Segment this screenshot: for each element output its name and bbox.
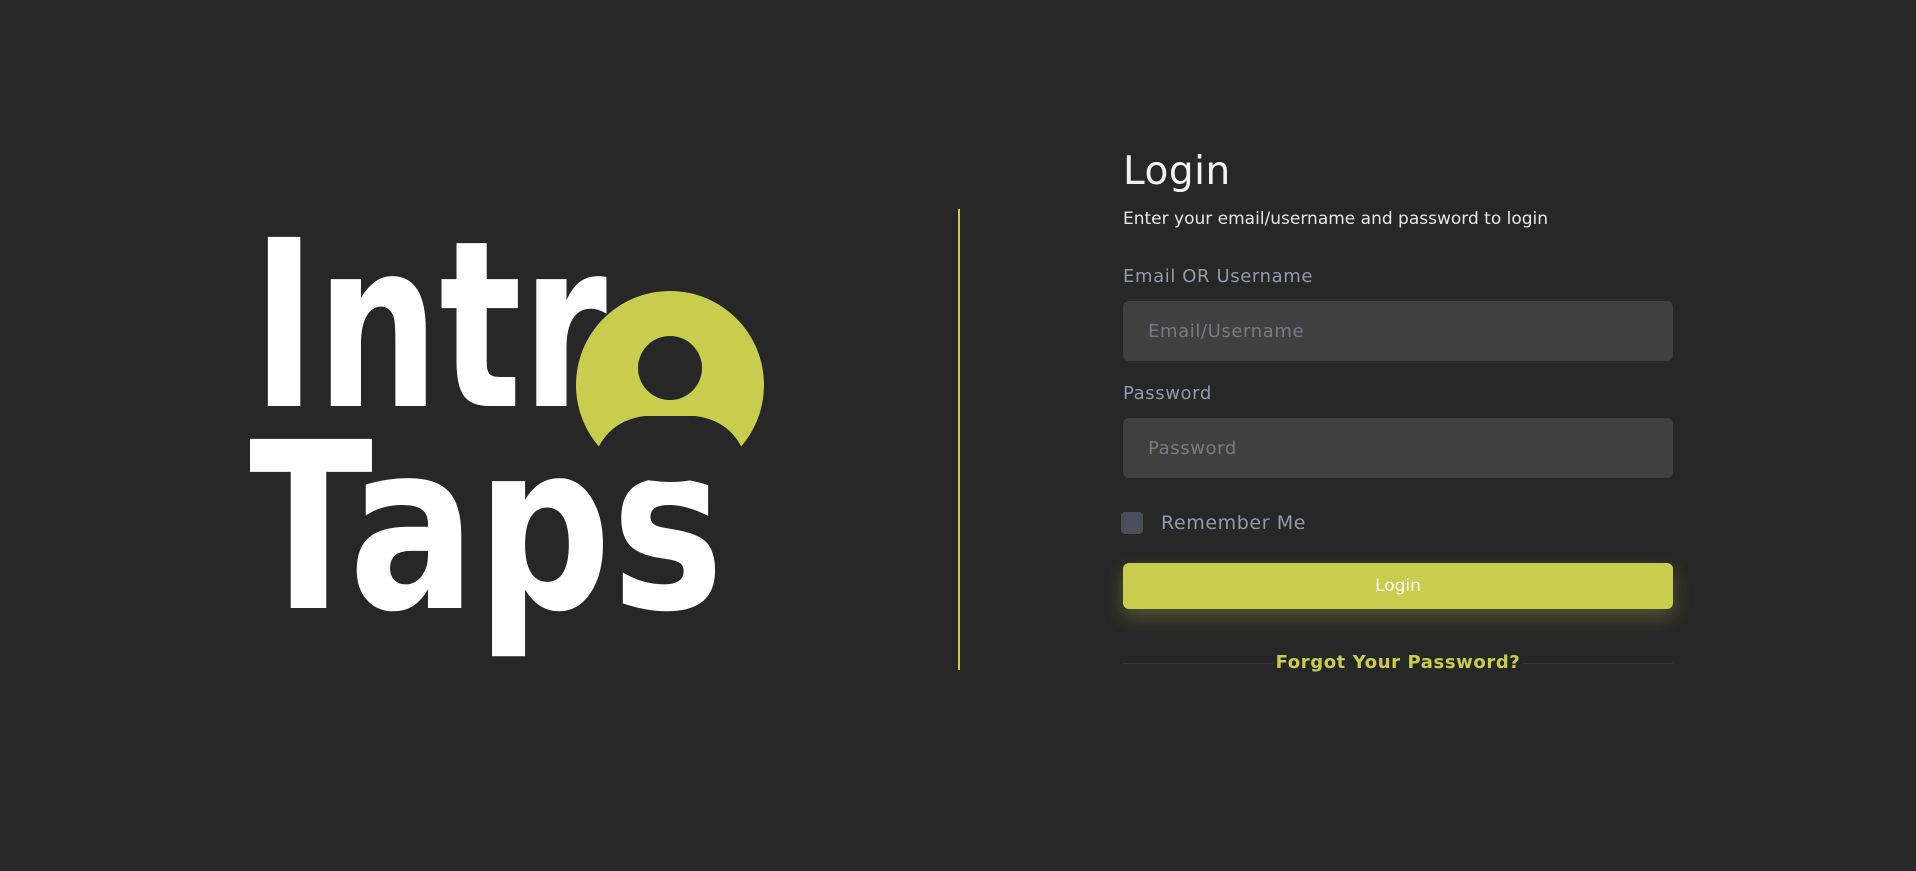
login-form: Login Enter your email/username and pass… xyxy=(1121,148,1673,675)
user-circle-icon xyxy=(576,291,764,482)
forgot-password-row: Forgot Your Password? xyxy=(1123,651,1673,675)
password-label: Password xyxy=(1123,383,1212,404)
email-input[interactable] xyxy=(1123,301,1673,361)
remember-me-row: Remember Me xyxy=(1121,511,1673,535)
vertical-divider xyxy=(958,209,960,670)
login-subtitle: Enter your email/username and password t… xyxy=(1123,209,1549,229)
email-label: Email OR Username xyxy=(1123,266,1314,287)
introtaps-logo: Intr Taps xyxy=(250,220,780,670)
page-title: Login xyxy=(1123,149,1231,194)
login-page: Intr Taps Login Enter your email/usernam… xyxy=(0,0,1916,871)
remember-me-label[interactable]: Remember Me xyxy=(1161,512,1306,534)
forgot-password-link[interactable]: Forgot Your Password? xyxy=(1276,651,1521,675)
forgot-divider-right xyxy=(1523,663,1673,664)
remember-me-checkbox[interactable] xyxy=(1121,512,1143,534)
password-input[interactable] xyxy=(1123,418,1673,478)
forgot-divider-left xyxy=(1123,663,1273,664)
login-button[interactable]: Login xyxy=(1123,563,1673,609)
